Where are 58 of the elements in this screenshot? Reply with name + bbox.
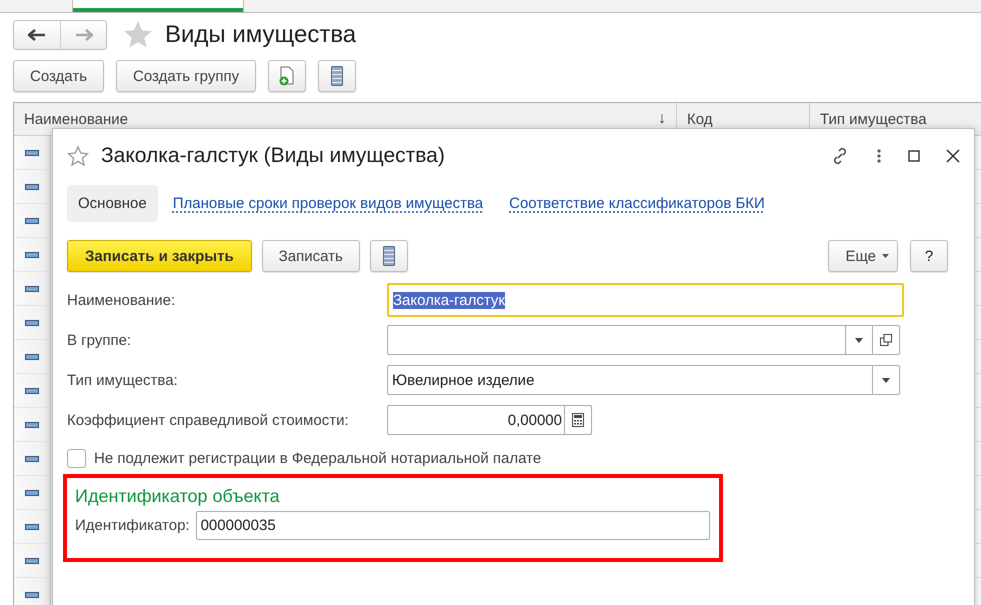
item-icon [25, 320, 39, 326]
item-icon [25, 524, 39, 530]
number-field[interactable]: 0,00000 [387, 405, 592, 435]
checkbox-label: Не подлежит регистрации в Федеральной нотариальной палате [94, 450, 542, 466]
caret-icon [882, 378, 890, 382]
list-icon [382, 246, 395, 266]
checkbox[interactable] [67, 448, 86, 468]
open-icon[interactable] [880, 334, 892, 346]
back-button[interactable] [14, 21, 60, 49]
close-icon[interactable] [946, 149, 960, 163]
field-label: Наименование: [67, 292, 176, 308]
caret-icon [855, 338, 863, 342]
item-icon [25, 422, 39, 428]
list-button[interactable] [370, 240, 408, 272]
item-icon [25, 286, 39, 292]
input-field[interactable]: 000000035 [196, 511, 710, 540]
add-document-button[interactable] [268, 60, 306, 92]
window-title: Виды имущества [165, 21, 356, 49]
list-icon [331, 66, 344, 86]
item-icon [25, 456, 39, 462]
item-icon [25, 184, 39, 190]
item-icon [25, 388, 39, 394]
more-button[interactable]: Еще [828, 240, 898, 272]
item-icon [25, 490, 39, 496]
dropdown-field[interactable] [387, 325, 900, 355]
caret-icon [882, 254, 889, 258]
more-icon[interactable] [876, 148, 882, 164]
tab[interactable]: Плановые сроки проверок видов имущества [162, 184, 494, 222]
open-tab[interactable] [72, 0, 244, 12]
group-title: Идентификатор объекта [75, 486, 281, 507]
forward-arrow-icon [74, 29, 92, 41]
dropdown-field[interactable]: Ювелирное изделие [387, 365, 900, 395]
field-label: Идентификатор: [75, 517, 190, 534]
save-button[interactable]: Записать [262, 240, 360, 272]
toolbar-button[interactable]: Создать [13, 60, 104, 92]
item-icon [25, 558, 39, 564]
item-icon [25, 150, 39, 156]
document-plus-icon [278, 66, 296, 86]
toolbar-button[interactable]: Создать группу [116, 60, 256, 92]
item-icon [25, 592, 39, 598]
list-button[interactable] [318, 60, 356, 92]
save-and-close-button[interactable]: Записать и закрыть [67, 240, 252, 272]
calculator-icon[interactable] [572, 413, 584, 427]
back-arrow-icon [28, 29, 46, 41]
help-button[interactable]: ? [910, 240, 948, 272]
item-icon [25, 252, 39, 258]
star-icon[interactable] [123, 20, 153, 50]
item-icon [25, 354, 39, 360]
maximize-icon[interactable] [908, 150, 920, 162]
star-icon[interactable] [67, 145, 89, 167]
field-label: Тип имущества: [67, 372, 179, 388]
input-field[interactable]: Заколка-галстук [387, 283, 904, 317]
field-label: Коэффициент справедливой стоимости: [67, 412, 350, 428]
field-label: В группе: [67, 332, 132, 348]
tab[interactable]: Соответствие классификаторов БКИ [498, 184, 776, 222]
dialog-title: Заколка-галстук (Виды имущества) [101, 144, 445, 168]
item-icon [25, 218, 39, 224]
tab[interactable]: Основное [67, 184, 158, 222]
